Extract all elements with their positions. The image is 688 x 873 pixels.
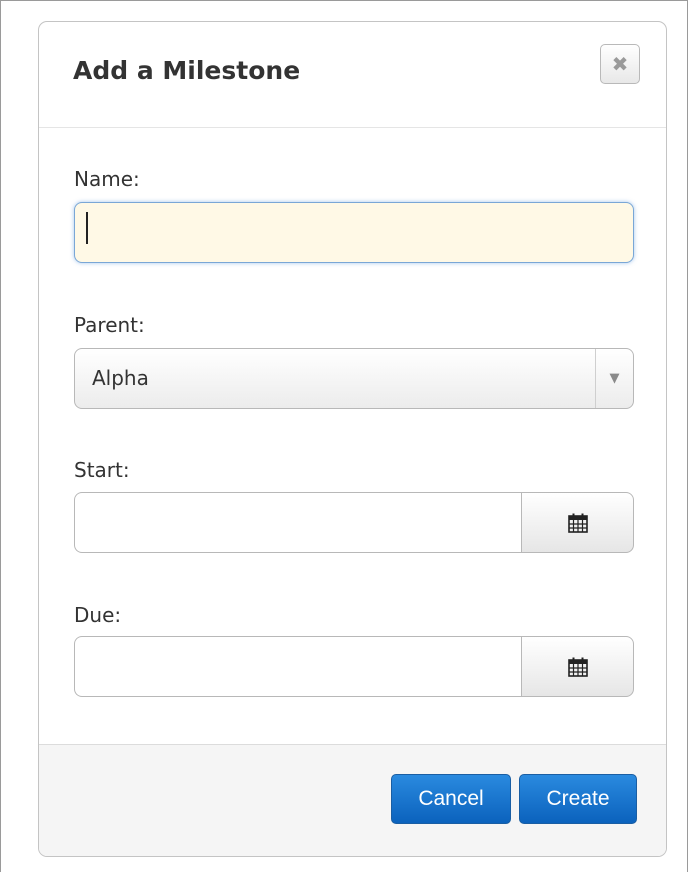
parent-select[interactable]: Alpha ▼ [74, 348, 634, 409]
window-frame: Add a Milestone ✖ Name: Parent: Alpha ▼ … [0, 0, 688, 872]
name-input[interactable] [74, 202, 634, 263]
cancel-button[interactable]: Cancel [391, 774, 511, 824]
dialog-header: Add a Milestone ✖ [39, 22, 666, 128]
due-label: Due: [74, 603, 122, 627]
name-label: Name: [74, 167, 140, 191]
due-calendar-button[interactable] [521, 636, 634, 697]
start-date-group [74, 492, 634, 553]
calendar-icon [567, 657, 588, 677]
caret-down-icon: ▼ [595, 349, 633, 408]
text-caret [86, 212, 88, 244]
start-calendar-button[interactable] [521, 492, 634, 553]
due-date-group [74, 636, 634, 697]
close-icon: ✖ [611, 52, 629, 76]
add-milestone-dialog: Add a Milestone ✖ Name: Parent: Alpha ▼ … [38, 21, 667, 857]
due-date-input[interactable] [74, 636, 521, 697]
dialog-title: Add a Milestone [73, 56, 301, 85]
calendar-icon [567, 513, 588, 533]
start-label: Start: [74, 458, 130, 482]
close-button[interactable]: ✖ [600, 44, 640, 84]
start-date-input[interactable] [74, 492, 521, 553]
create-button[interactable]: Create [519, 774, 637, 824]
parent-selected-value: Alpha [92, 366, 149, 390]
parent-label: Parent: [74, 313, 145, 337]
